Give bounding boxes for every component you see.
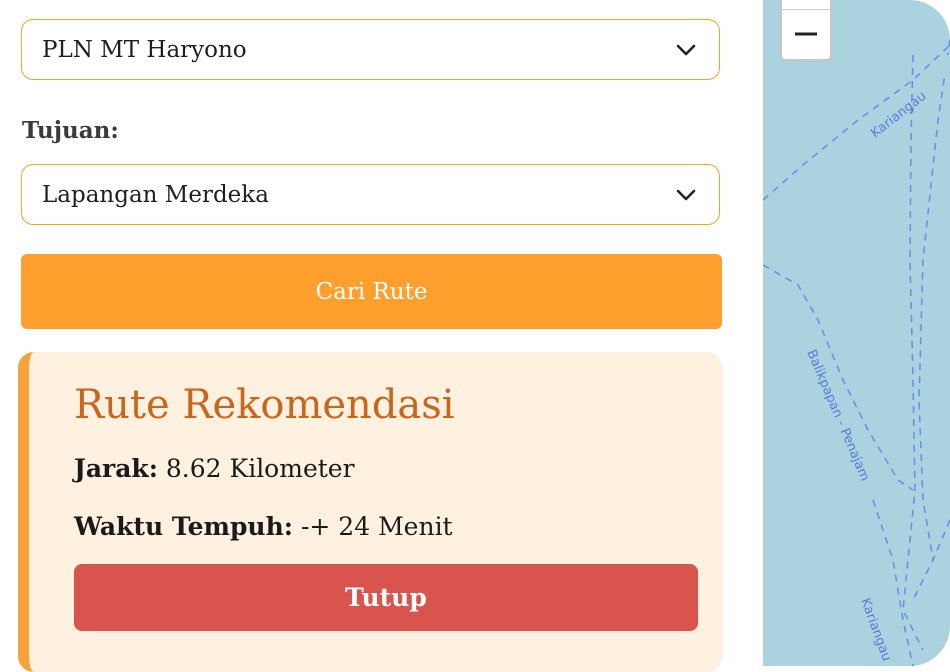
route-form-panel: PLN MT Haryono Tujuan: Lapangan Merdeka …: [0, 0, 763, 672]
close-button[interactable]: Tutup: [74, 564, 698, 631]
ferry-route-line: [763, 44, 950, 201]
travel-time-value: -+ 24 Menit: [300, 512, 453, 541]
route-result-card: Rute Rekomendasi Jarak: 8.62 Kilometer W…: [18, 352, 723, 672]
zoom-divider: [782, 9, 830, 10]
minus-icon[interactable]: [795, 32, 817, 36]
ferry-route-line: [912, 519, 950, 601]
search-route-button[interactable]: Cari Rute: [21, 254, 722, 329]
distance-label: Jarak:: [74, 454, 158, 483]
travel-time-label: Waktu Tempuh:: [74, 512, 294, 541]
origin-select[interactable]: PLN MT Haryono: [21, 19, 720, 80]
distance-value: 8.62 Kilometer: [165, 454, 355, 483]
zoom-control: [780, 0, 832, 61]
map-view[interactable]: Kariangau Balikpapan - Penajam Kariangau: [763, 0, 950, 666]
map-label-kariangau-2: Kariangau: [857, 596, 894, 663]
destination-select-value: Lapangan Merdeka: [42, 181, 269, 208]
destination-select[interactable]: Lapangan Merdeka: [21, 164, 720, 225]
map-routes: Kariangau Balikpapan - Penajam Kariangau: [763, 39, 950, 666]
travel-time-row: Waktu Tempuh: -+ 24 Menit: [74, 512, 453, 541]
ferry-route-line: [763, 264, 914, 491]
chevron-down-icon: [676, 44, 696, 55]
ferry-route-line: [918, 39, 950, 561]
result-title: Rute Rekomendasi: [74, 382, 455, 428]
origin-select-value: PLN MT Haryono: [42, 36, 247, 63]
destination-label: Tujuan:: [22, 117, 119, 144]
chevron-down-icon: [676, 189, 696, 200]
distance-row: Jarak: 8.62 Kilometer: [74, 454, 355, 483]
map-label-kariangau: Kariangau: [868, 89, 929, 141]
map-edge: [941, 55, 950, 73]
